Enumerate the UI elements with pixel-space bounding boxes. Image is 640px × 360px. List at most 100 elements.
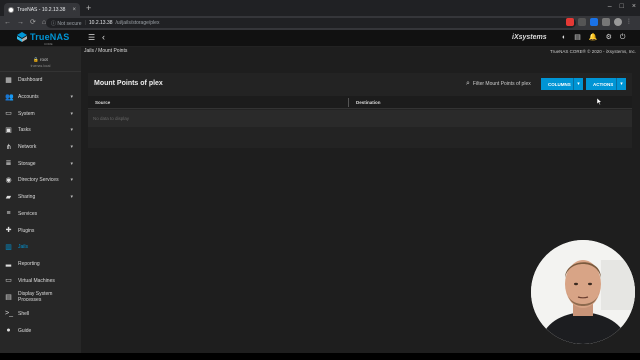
- sidebar-item-label: Display System Processes: [18, 291, 53, 304]
- sidebar-item-tasks[interactable]: ▣ Tasks ▾: [0, 122, 81, 139]
- ixsystems-logo[interactable]: iXsystems: [512, 34, 547, 41]
- dashboard-icon: ▦: [5, 76, 12, 84]
- back-icon[interactable]: ←: [4, 18, 11, 28]
- storage-icon: ≣: [5, 160, 12, 168]
- sidebar: 🔒 root truenas.local ▦ Dashboard 👥 Accounts…: [0, 47, 81, 353]
- power-icon[interactable]: ⏻: [620, 34, 626, 42]
- browser-tabstrip: TrueNAS - 10.2.13.38 × + – □ ×: [0, 0, 640, 16]
- filter-input[interactable]: ⌕ Filter Mount Points of plex: [466, 80, 531, 88]
- plugins-icon: ✚: [5, 227, 12, 235]
- services-icon: ≡: [6, 210, 11, 218]
- url-path: /ui/jails/storage/plex: [115, 20, 160, 26]
- sidebar-item-display-system-processes[interactable]: ▤ Display System Processes: [0, 289, 81, 306]
- breadcrumb[interactable]: Jails / Mount Points: [84, 48, 127, 54]
- extension-grey-icon[interactable]: [578, 18, 586, 26]
- chevron-down-icon: ▾: [616, 78, 626, 90]
- sidebar-item-label: Dashboard: [18, 77, 43, 84]
- sidebar-item-label: System: [18, 110, 35, 117]
- sidebar-item-sharing[interactable]: ▰ Sharing ▾: [0, 189, 81, 206]
- column-resizer[interactable]: [348, 98, 349, 107]
- tab-title: TrueNAS - 10.2.13.38: [17, 6, 66, 13]
- sidebar-item-accounts[interactable]: 👥 Accounts ▾: [0, 89, 81, 106]
- chevron-down-icon: ▾: [70, 94, 73, 101]
- app-topbar: TrueNAS CORE ☰ ‹ iXsystems ◐ ▤ 🔔 ⚙ ⏻: [0, 30, 640, 47]
- extension-red-icon[interactable]: [566, 18, 574, 26]
- notifications-icon[interactable]: 🔔: [589, 34, 598, 42]
- chevron-down-icon: ▾: [70, 127, 73, 134]
- sidebar-item-shell[interactable]: >_ Shell: [0, 306, 81, 323]
- new-tab-icon[interactable]: +: [86, 4, 91, 13]
- truenas-logo[interactable]: TrueNAS CORE: [17, 32, 70, 46]
- sidebar-item-system[interactable]: ▭ System ▾: [0, 105, 81, 122]
- webcam-overlay: [531, 240, 635, 344]
- sidebar-item-label: Guide: [18, 327, 32, 334]
- display-system-processes-icon: ▤: [5, 293, 12, 301]
- logo-text: TrueNAS: [30, 32, 70, 42]
- columns-label: COLUMNS: [548, 81, 571, 87]
- username: 🔒 root: [33, 57, 48, 62]
- screen: TrueNAS - 10.2.13.38 × + – □ × ← → ⟳ ⌂ ⓘ…: [0, 0, 640, 353]
- address-bar[interactable]: ⓘ Not secure | 10.2.13.38/ui/jails/stora…: [46, 18, 576, 28]
- sidebar-item-directory-services[interactable]: ◉ Directory Services ▾: [0, 172, 81, 189]
- empty-table-row: No data to display: [88, 110, 632, 127]
- browser-tab[interactable]: TrueNAS - 10.2.13.38 ×: [4, 3, 80, 16]
- sidebar-item-label: Virtual Machines: [18, 277, 55, 284]
- system-icon: ▭: [5, 110, 12, 118]
- close-window-icon[interactable]: ×: [632, 3, 636, 10]
- jails-icon: ▥: [5, 243, 12, 251]
- tab-close-icon[interactable]: ×: [72, 7, 76, 13]
- chevron-down-icon: ▾: [573, 78, 583, 90]
- sidebar-item-plugins[interactable]: ✚ Plugins: [0, 222, 81, 239]
- table-header: Source Destination: [88, 96, 632, 109]
- extensions: ⋮: [566, 18, 634, 26]
- extension-blue-icon[interactable]: [590, 18, 598, 26]
- menu-toggle-icon[interactable]: ☰: [88, 34, 95, 42]
- reload-icon[interactable]: ⟳: [30, 18, 36, 28]
- truenas-favicon-icon: [8, 6, 14, 13]
- puzzle-icon[interactable]: [602, 18, 610, 26]
- sidebar-item-label: Sharing: [18, 194, 36, 201]
- sidebar-item-label: Shell: [18, 310, 30, 317]
- sidebar-item-label: Plugins: [18, 227, 35, 234]
- sidebar-item-label: Accounts: [18, 94, 39, 101]
- sidebar-item-label: Directory Services: [18, 177, 59, 184]
- settings-icon[interactable]: ⚙: [606, 34, 612, 42]
- tasks-icon[interactable]: ▤: [574, 34, 581, 42]
- columns-button[interactable]: COLUMNS ▾: [541, 78, 583, 90]
- sidebar-item-guide[interactable]: ● Guide: [0, 322, 81, 339]
- column-header-source[interactable]: Source: [95, 100, 110, 105]
- collapse-icon[interactable]: ‹: [102, 33, 105, 42]
- sidebar-item-jails[interactable]: ▥ Jails: [0, 239, 81, 256]
- sidebar-item-dashboard[interactable]: ▦ Dashboard: [0, 72, 81, 89]
- chevron-down-icon: ▾: [70, 177, 73, 184]
- sidebar-item-storage[interactable]: ≣ Storage ▾: [0, 155, 81, 172]
- mount-points-card: Mount Points of plex ⌕ Filter Mount Poin…: [88, 73, 632, 148]
- kebab-menu-icon[interactable]: ⋮: [626, 18, 634, 26]
- virtual-machines-icon: ▭: [5, 277, 12, 285]
- sidebar-nav: ▦ Dashboard 👥 Accounts ▾ ▭ System ▾ ▣ Tasks ▾ ⋔ Netw…: [0, 72, 81, 339]
- truecommand-icon[interactable]: ◐: [562, 34, 566, 42]
- forward-icon[interactable]: →: [17, 18, 24, 28]
- copyright: TrueNAS CORE® © 2020 - iXsystems, Inc.: [550, 49, 636, 54]
- accounts-icon: 👥: [5, 93, 14, 101]
- chevron-down-icon: ▾: [70, 110, 73, 117]
- url-host: 10.2.13.38: [88, 20, 113, 26]
- sidebar-item-virtual-machines[interactable]: ▭ Virtual Machines: [0, 272, 81, 289]
- column-header-destination[interactable]: Destination: [356, 100, 381, 105]
- browser-toolbar: ← → ⟳ ⌂ ⓘ Not secure | 10.2.13.38/ui/jai…: [0, 16, 640, 30]
- not-secure-label[interactable]: ⓘ Not secure: [51, 20, 82, 27]
- sidebar-item-label: Tasks: [18, 127, 31, 134]
- actions-button[interactable]: ACTIONS ▾: [586, 78, 626, 90]
- chevron-down-icon: ▾: [70, 144, 73, 151]
- minimize-icon[interactable]: –: [608, 3, 612, 10]
- mouse-cursor-icon: [597, 98, 602, 105]
- sidebar-item-label: Services: [18, 210, 38, 217]
- sidebar-item-label: Storage: [18, 160, 36, 167]
- sidebar-item-services[interactable]: ≡ Services: [0, 206, 81, 223]
- guide-icon: ●: [6, 327, 11, 335]
- sidebar-item-network[interactable]: ⋔ Network ▾: [0, 139, 81, 156]
- sharing-icon: ▰: [5, 193, 12, 201]
- sidebar-item-reporting[interactable]: ▂ Reporting: [0, 256, 81, 273]
- maximize-icon[interactable]: □: [620, 3, 624, 10]
- profile-avatar-icon[interactable]: [614, 18, 622, 26]
